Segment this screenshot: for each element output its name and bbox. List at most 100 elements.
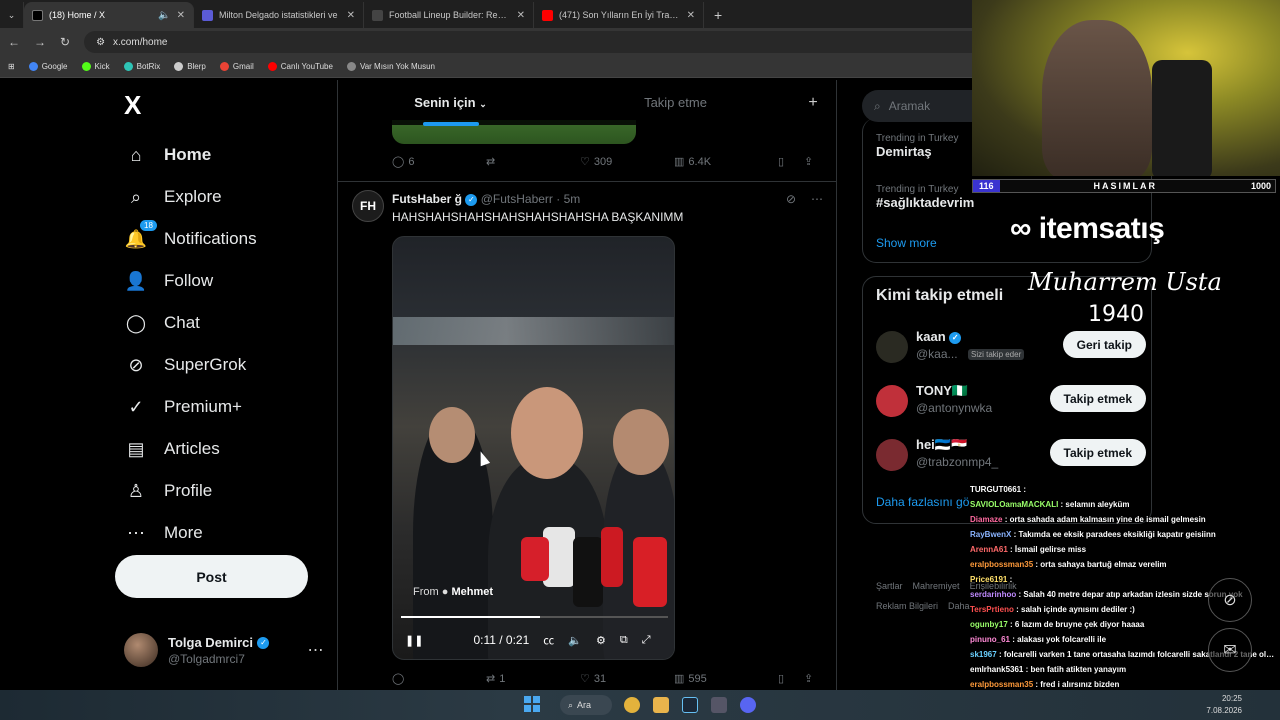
- browser-tab-youtube[interactable]: (471) Son Yılların En İyi Trabzon ✕: [534, 2, 704, 28]
- chrome-icon[interactable]: [624, 697, 640, 713]
- avatar[interactable]: FH: [352, 190, 384, 222]
- chat-username[interactable]: ArennA61: [970, 545, 1008, 554]
- trend-item[interactable]: Trending in Turkey #sağlıktadevrim: [876, 184, 974, 210]
- tab-following[interactable]: Takip etme: [563, 95, 788, 110]
- chat-username[interactable]: ogunby17: [970, 620, 1008, 629]
- messages-button[interactable]: ✉: [1208, 628, 1252, 672]
- footer-link[interactable]: Mahremiyet: [913, 581, 960, 591]
- nav-item-notifications[interactable]: 🔔 18 Notifications: [110, 218, 330, 260]
- close-tab-icon[interactable]: ✕: [347, 10, 355, 21]
- chat-username[interactable]: TersPrtieno: [970, 605, 1014, 614]
- close-tab-icon[interactable]: ✕: [177, 10, 185, 21]
- tweet-video[interactable]: From ● Mehmet ❚❚ 0:11 / 0:21 ㏄ 🔈 ⚙ ⧉ ⤢: [392, 236, 675, 660]
- browser-tab-x-home[interactable]: (18) Home / X 🔈 ✕: [24, 2, 194, 28]
- x-logo-icon[interactable]: X: [124, 90, 330, 134]
- settings-icon[interactable]: ⚙: [596, 634, 606, 647]
- reply-button[interactable]: ◯ 6: [392, 155, 486, 169]
- tweet-menu[interactable]: ⊘ ⋯: [786, 192, 824, 206]
- show-more-link[interactable]: Show more: [876, 236, 937, 250]
- browser-tab-milton[interactable]: Milton Delgado istatistikleri ve ✕: [194, 2, 364, 28]
- add-feed-icon[interactable]: +: [788, 94, 836, 112]
- show-more-link[interactable]: Daha fazlasını gö: [876, 495, 969, 509]
- tweet-time[interactable]: · 5m: [556, 192, 580, 206]
- bookmark-youtube[interactable]: Canlı YouTube: [267, 62, 333, 71]
- chat-username[interactable]: eralpbossman35: [970, 560, 1033, 569]
- chat-username[interactable]: pinuno_61: [970, 635, 1010, 644]
- back-icon[interactable]: ←: [8, 35, 20, 49]
- reply-button[interactable]: ◯: [392, 672, 486, 685]
- retweet-button[interactable]: ⇄ 1: [486, 672, 580, 686]
- url-field[interactable]: ⚙ x.com/home: [84, 31, 985, 53]
- share-button[interactable]: ⇪: [804, 155, 813, 168]
- chat-username[interactable]: Price6191: [970, 575, 1007, 584]
- chat-username[interactable]: eralpbossman35: [970, 680, 1033, 689]
- grok-button[interactable]: ⊘: [1208, 578, 1252, 622]
- taskbar-search[interactable]: ⌕ Ara: [560, 695, 612, 715]
- grok-icon[interactable]: ⊘: [786, 192, 797, 206]
- nav-item-articles[interactable]: ▤ Articles: [110, 428, 330, 470]
- follow-button[interactable]: Takip etmek: [1049, 439, 1146, 466]
- nav-item-supergrok[interactable]: ⊘ SuperGrok: [110, 344, 330, 386]
- nav-item-follow[interactable]: 👤 Follow: [110, 260, 330, 302]
- chat-username[interactable]: sk1967: [970, 650, 997, 659]
- more-icon[interactable]: ⋯: [811, 192, 824, 206]
- footer-link[interactable]: Daha: [948, 601, 970, 611]
- video-progress-bar[interactable]: [401, 616, 668, 618]
- chat-username[interactable]: RayBwenX: [970, 530, 1011, 539]
- folder-icon[interactable]: [653, 697, 669, 713]
- chat-username[interactable]: TURGUT0661: [970, 485, 1021, 494]
- footer-link[interactable]: Reklam Bilgileri: [876, 601, 938, 611]
- tab-list-button[interactable]: ⌄: [0, 2, 24, 28]
- post-button[interactable]: Post: [115, 555, 308, 598]
- volume-icon[interactable]: 🔈: [568, 634, 582, 647]
- follow-suggestion[interactable]: TONY🇳🇬 @antonynwka Takip etmek: [876, 383, 1146, 423]
- pause-icon[interactable]: ❚❚: [405, 634, 423, 647]
- nav-item-more[interactable]: ⋯ More: [110, 512, 330, 554]
- more-icon[interactable]: ⋯: [307, 640, 323, 660]
- follow-back-button[interactable]: Geri takip: [1062, 331, 1146, 358]
- nav-item-explore[interactable]: ⌕ Explore: [110, 176, 330, 218]
- nav-item-premium[interactable]: ✓ Premium+: [110, 386, 330, 428]
- bookmark-botrix[interactable]: BotRix: [123, 62, 160, 71]
- retweet-button[interactable]: ⇄: [486, 155, 580, 168]
- windows-start-icon[interactable]: [524, 696, 540, 712]
- tab-for-you[interactable]: Senin için ⌄: [338, 95, 563, 126]
- chat-username[interactable]: serdarinhoo: [970, 590, 1016, 599]
- follow-suggestion[interactable]: hei🇪🇪🇪🇬 @trabzonmp4_ Takip etmek: [876, 437, 1146, 477]
- chat-username[interactable]: Diamaze: [970, 515, 1002, 524]
- bookmark-kick[interactable]: Kick: [81, 62, 110, 71]
- bookmark-gmail[interactable]: Gmail: [219, 62, 254, 71]
- new-tab-button[interactable]: +: [704, 2, 732, 28]
- follow-button[interactable]: Takip etmek: [1049, 385, 1146, 412]
- bookmark-button[interactable]: ▯: [778, 672, 804, 685]
- close-tab-icon[interactable]: ✕: [517, 10, 525, 21]
- trend-item[interactable]: Trending in Turkey Demirtaş: [876, 133, 958, 159]
- fullscreen-icon[interactable]: ⤢: [642, 634, 651, 647]
- chat-username[interactable]: SAVIOLOamaMACKALI: [970, 500, 1058, 509]
- like-button[interactable]: ♡ 309: [580, 155, 674, 169]
- nav-item-profile[interactable]: ♙ Profile: [110, 470, 330, 512]
- views-button[interactable]: ▥ 595: [674, 672, 778, 686]
- browser-tab-lineup[interactable]: Football Lineup Builder: Real Ki ✕: [364, 2, 534, 28]
- footer-link[interactable]: Şartlar: [876, 581, 903, 591]
- bookmark-google[interactable]: Google: [28, 62, 68, 71]
- reload-icon[interactable]: ↻: [60, 35, 70, 49]
- nav-item-chat[interactable]: ◯ Chat: [110, 302, 330, 344]
- tweet-author-handle[interactable]: @FutsHaberr: [481, 192, 553, 206]
- bookmark-vmyy[interactable]: Var Mısın Yok Musun: [346, 62, 435, 71]
- forward-icon[interactable]: →: [34, 35, 46, 49]
- bookmark-blerp[interactable]: Blerp: [174, 62, 206, 71]
- site-info-icon[interactable]: ⚙: [96, 37, 105, 48]
- follow-suggestion[interactable]: kaan ✓ @kaa... Sizi takip eder Geri taki…: [876, 329, 1146, 369]
- share-button[interactable]: ⇪: [804, 672, 813, 685]
- captions-icon[interactable]: ㏄: [543, 632, 554, 648]
- discord-icon[interactable]: [740, 697, 756, 713]
- like-button[interactable]: ♡ 31: [580, 672, 674, 686]
- views-button[interactable]: ▥ 6.4K: [674, 155, 778, 169]
- tweet-author-name[interactable]: FutsHaber ğ: [392, 192, 462, 206]
- close-tab-icon[interactable]: ✕: [687, 10, 695, 21]
- pip-icon[interactable]: ⧉: [620, 634, 628, 647]
- steam-icon[interactable]: [682, 697, 698, 713]
- nav-item-home[interactable]: ⌂ Home: [110, 134, 330, 176]
- mute-icon[interactable]: 🔈: [158, 10, 170, 21]
